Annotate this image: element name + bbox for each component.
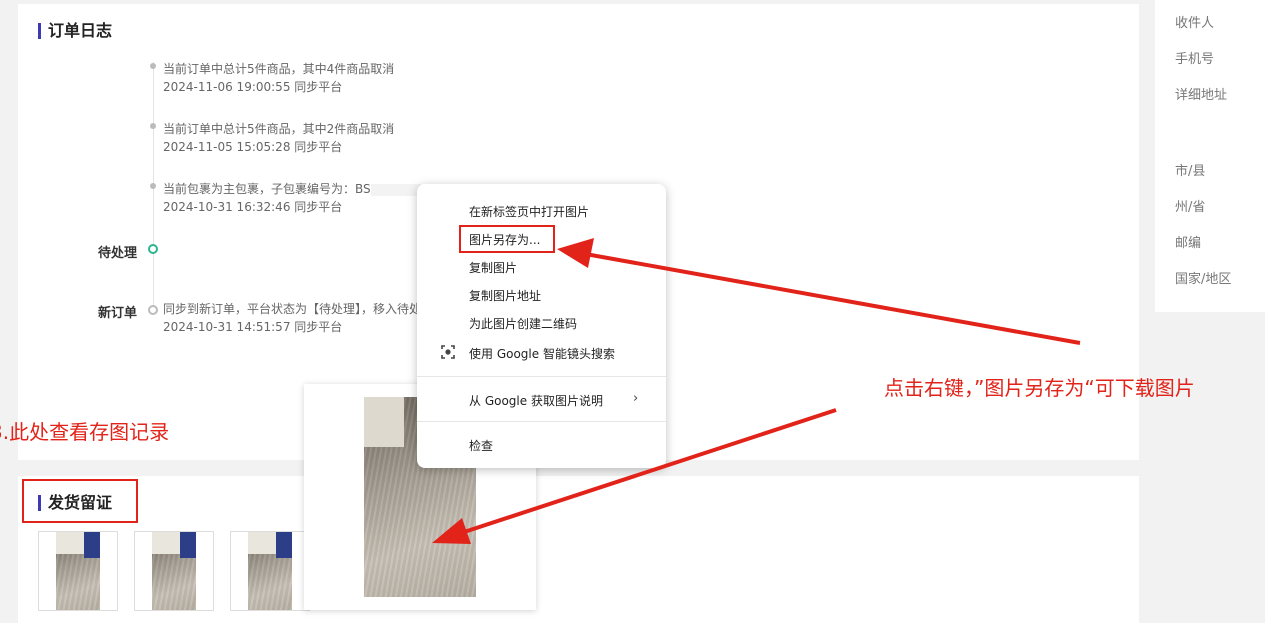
arrow-line <box>454 408 837 537</box>
arrow-line <box>579 251 1081 345</box>
annotation-arrows <box>432 238 1081 544</box>
arrow-head <box>432 518 471 544</box>
arrow-head <box>557 238 594 268</box>
